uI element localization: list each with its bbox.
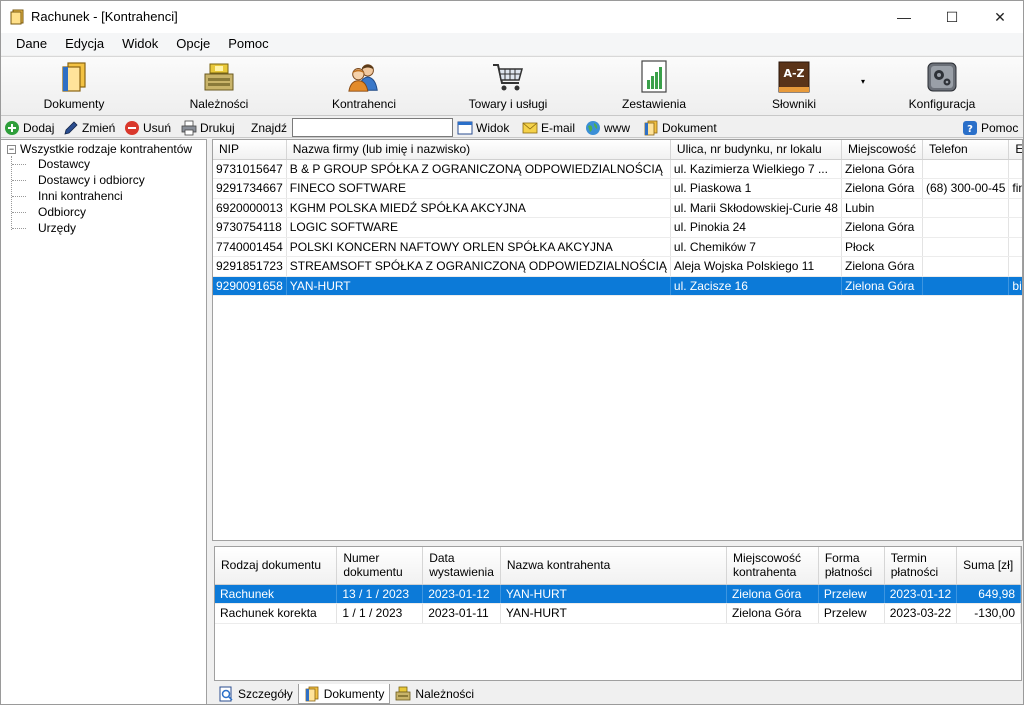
printer-icon: [181, 120, 197, 136]
www-button[interactable]: www: [585, 118, 630, 137]
tree-item-urzedy[interactable]: Urzędy: [12, 220, 76, 236]
search-input[interactable]: [292, 118, 453, 137]
tab-details[interactable]: Szczegóły: [213, 684, 298, 704]
globe-icon: [585, 120, 601, 136]
edit-button[interactable]: Zmień: [63, 118, 115, 137]
contractors-table: NIP Nazwa firmy (lub imię i nazwisko) Ul…: [213, 140, 1022, 296]
table-row[interactable]: 6920000013 KGHM POLSKA MIEDŹ SPÓŁKA AKCYJ…: [213, 198, 1022, 218]
table-row-selected[interactable]: 9290091658 YAN-HURT ul. Zacisze 16 Zielona …: [213, 276, 1022, 296]
window-title: Rachunek - [Kontrahenci]: [31, 9, 178, 24]
documents-grid: Rodzaj dokumentu Numer dokumentu Data wy…: [214, 546, 1022, 681]
help-icon: ?: [962, 120, 978, 136]
column-header-contractor-name[interactable]: Nazwa kontrahenta: [500, 547, 727, 585]
toolbar-goods-services-button[interactable]: Towary i usługi: [463, 57, 553, 115]
tree-item-inni-kontrahenci[interactable]: Inni kontrahenci: [12, 188, 123, 204]
toolbar-configuration-button[interactable]: Konfiguracja: [897, 57, 987, 115]
menu-bar: Dane Edycja Widok Opcje Pomoc: [1, 33, 1023, 55]
column-header-street[interactable]: Ulica, nr budynku, nr lokalu: [670, 140, 842, 160]
toolbar-contractors-button[interactable]: Kontrahenci: [321, 57, 407, 115]
main-toolbar: Dokumenty Należności Kontrahenci Towary …: [1, 56, 1023, 116]
tree-item-dostawcy-i-odbiorcy[interactable]: Dostawcy i odbiorcy: [12, 172, 145, 188]
pencil-icon: [63, 120, 79, 136]
find-label: Znajdź: [251, 120, 288, 135]
table-row[interactable]: 9291851723 STREAMSOFT SPÓŁKA Z OGRANICZON…: [213, 256, 1022, 277]
column-header-payment-form[interactable]: Forma płatności: [818, 547, 885, 585]
tab-receivables[interactable]: Należności: [390, 684, 479, 704]
documents-icon: [57, 60, 91, 94]
help-button[interactable]: ? Pomoc: [962, 118, 1018, 137]
column-header-document-type[interactable]: Rodzaj dokumentu: [215, 547, 338, 585]
documents-icon: [304, 686, 320, 702]
action-toolbar: Dodaj Zmień Usuń Drukuj Znajdź Widok E-m…: [1, 117, 1023, 138]
column-header-company-name[interactable]: Nazwa firmy (lub imię i nazwisko): [286, 140, 671, 160]
delete-button[interactable]: Usuń: [124, 118, 171, 137]
menu-dane[interactable]: Dane: [7, 33, 56, 55]
email-button[interactable]: E-mail: [522, 118, 575, 137]
minimize-button[interactable]: —: [881, 1, 927, 33]
column-header-document-number[interactable]: Numer dokumentu: [336, 547, 424, 585]
dictionaries-dropdown-arrow[interactable]: ▾: [861, 77, 865, 86]
documents-table: Rodzaj dokumentu Numer dokumentu Data wy…: [215, 547, 1021, 624]
settings-icon: [925, 60, 959, 94]
window-icon: [457, 120, 473, 136]
document-button[interactable]: Dokument: [643, 118, 717, 137]
toolbar-receivables-button[interactable]: Należności: [176, 57, 262, 115]
menu-edycja[interactable]: Edycja: [56, 33, 113, 55]
maximize-button[interactable]: ☐: [929, 1, 975, 33]
app-icon: [10, 9, 24, 25]
details-icon: [218, 686, 234, 702]
menu-opcje[interactable]: Opcje: [167, 33, 219, 55]
tree-item-dostawcy[interactable]: Dostawcy: [12, 156, 90, 172]
app-window: Rachunek - [Kontrahenci] — ☐ ✕ Dane Edyc…: [0, 0, 1024, 705]
delete-icon: [124, 120, 140, 136]
receivables-icon: [202, 60, 236, 94]
contractors-grid: NIP Nazwa firmy (lub imię i nazwisko) Ul…: [212, 139, 1023, 541]
column-header-nip[interactable]: NIP: [213, 140, 287, 160]
cart-icon: [491, 60, 525, 94]
svg-text:A-Z: A-Z: [783, 67, 804, 80]
contractors-icon: [347, 60, 381, 94]
receivables-icon: [395, 686, 411, 702]
documents-header-row: Rodzaj dokumentu Numer dokumentu Data wy…: [215, 547, 1021, 585]
contractor-type-tree: − Wszystkie rodzaje kontrahentów Dostawc…: [1, 139, 207, 704]
report-icon: [637, 60, 671, 94]
detail-tabs: Szczegóły Dokumenty Należności: [213, 684, 1023, 705]
table-row[interactable]: 9730754118 LOGIC SOFTWARE ul. Pinokia 24 Zi…: [213, 217, 1022, 238]
contractors-header-row: NIP Nazwa firmy (lub imię i nazwisko) Ul…: [213, 140, 1022, 160]
close-button[interactable]: ✕: [977, 1, 1023, 33]
add-icon: [4, 120, 20, 136]
column-header-contractor-city[interactable]: Miejscowość kontrahenta: [726, 547, 819, 585]
view-button[interactable]: Widok: [457, 118, 509, 137]
table-row[interactable]: 7740001454 POLSKI KONCERN NAFTOWY ORLEN S…: [213, 237, 1022, 257]
svg-text:?: ?: [967, 124, 973, 135]
document-icon: [643, 120, 659, 136]
toolbar-documents-button[interactable]: Dokumenty: [31, 57, 117, 115]
column-header-payment-due[interactable]: Termin płatności: [884, 547, 958, 585]
table-row[interactable]: 9291734667 FINECO SOFTWARE ul. Piaskowa 1Z…: [213, 178, 1022, 199]
tree-item-odbiorcy[interactable]: Odbiorcy: [12, 204, 86, 220]
column-header-sum[interactable]: Suma [zł]: [956, 547, 1021, 585]
add-button[interactable]: Dodaj: [4, 118, 54, 137]
table-row-selected[interactable]: Rachunek 13 / 1 / 2023 2023-01-12 YAN-HURT Z…: [215, 584, 1021, 604]
print-button[interactable]: Drukuj: [181, 118, 235, 137]
tab-documents[interactable]: Dokumenty: [297, 684, 391, 704]
title-bar: Rachunek - [Kontrahenci] — ☐ ✕: [1, 1, 1023, 33]
column-header-city[interactable]: Miejscowość: [841, 140, 924, 160]
dictionary-icon: A-Z: [777, 60, 811, 94]
column-header-email[interactable]: E-mail: [1008, 140, 1022, 160]
envelope-icon: [522, 120, 538, 136]
toolbar-reports-button[interactable]: Zestawienia: [609, 57, 699, 115]
table-row[interactable]: 9731015647 B & P GROUP SPÓŁKA Z OGRANICZO…: [213, 159, 1022, 179]
column-header-phone[interactable]: Telefon: [922, 140, 1010, 160]
column-header-issue-date[interactable]: Data wystawienia: [422, 547, 501, 585]
tree-root-all-types[interactable]: − Wszystkie rodzaje kontrahentów: [7, 142, 192, 156]
menu-widok[interactable]: Widok: [113, 33, 167, 55]
menu-pomoc[interactable]: Pomoc: [219, 33, 277, 55]
tree-collapse-toggle[interactable]: −: [7, 144, 16, 154]
toolbar-dictionaries-button[interactable]: A-Z Słowniki: [751, 57, 837, 115]
table-row[interactable]: Rachunek korekta 1 / 1 / 2023 2023-01-11 YA…: [215, 603, 1021, 624]
